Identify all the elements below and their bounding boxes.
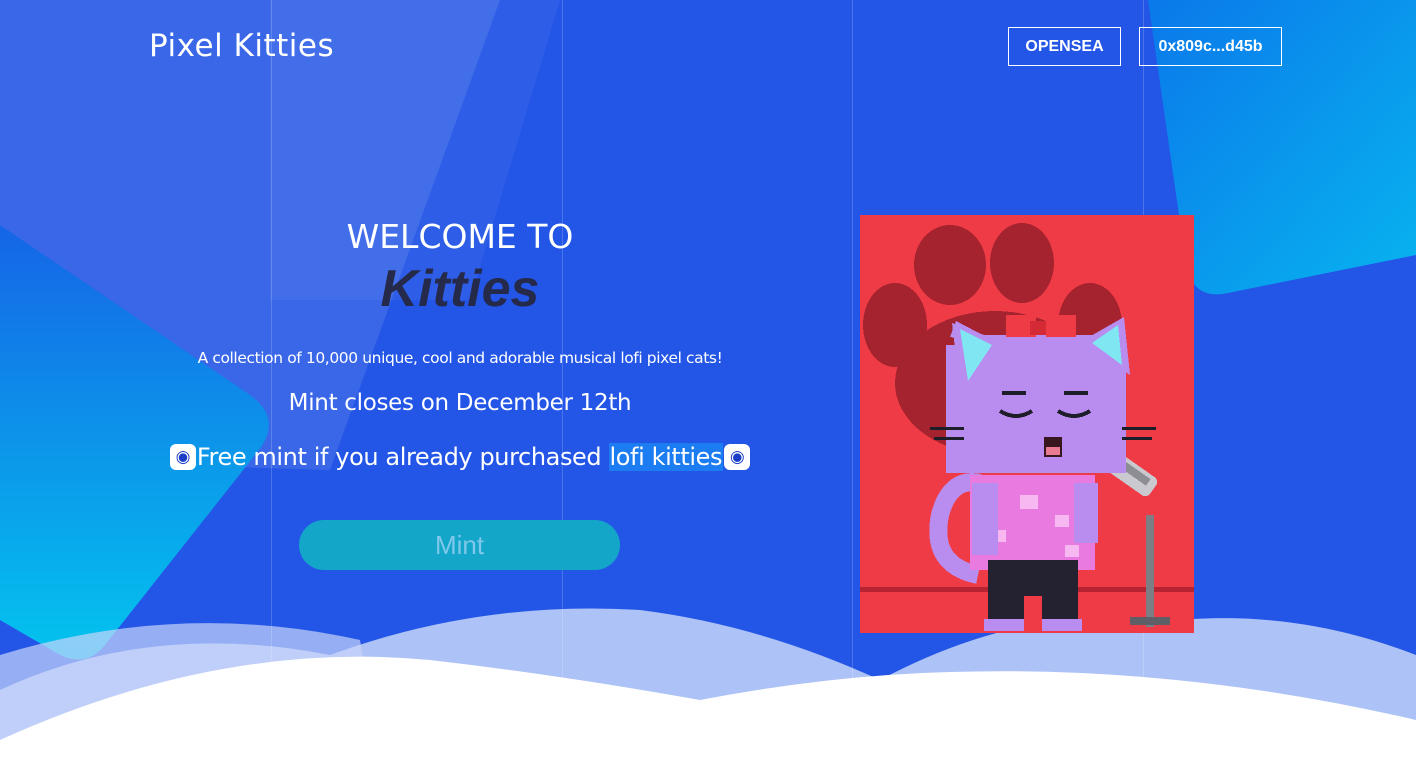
wallet-address-button[interactable]: 0x809c...d45b <box>1139 27 1282 66</box>
pixel-cat-artwork <box>860 215 1194 633</box>
page-title: Kitties <box>380 260 540 318</box>
welcome-heading: WELCOME TO <box>346 217 574 256</box>
hero-section: WELCOME TO Kitties A collection of 10,00… <box>150 215 770 471</box>
collection-description: A collection of 10,000 unique, cool and … <box>197 349 723 367</box>
mint-button[interactable]: Mint <box>299 520 620 570</box>
opensea-button[interactable]: OPENSEA <box>1008 27 1121 66</box>
lofi-kitties-link[interactable]: lofi kitties <box>608 443 724 471</box>
free-mint-notice: ◉ Free mint if you already purchased lof… <box>150 443 770 471</box>
mint-deadline: Mint closes on December 12th <box>288 390 632 416</box>
free-mint-text: Free mint if you already purchased <box>196 443 609 471</box>
screaming-face-icon: ◉ <box>169 444 196 470</box>
brand-logo[interactable]: Pixel Kitties <box>149 28 334 64</box>
grid-line <box>852 0 853 761</box>
screaming-face-icon: ◉ <box>724 444 751 470</box>
